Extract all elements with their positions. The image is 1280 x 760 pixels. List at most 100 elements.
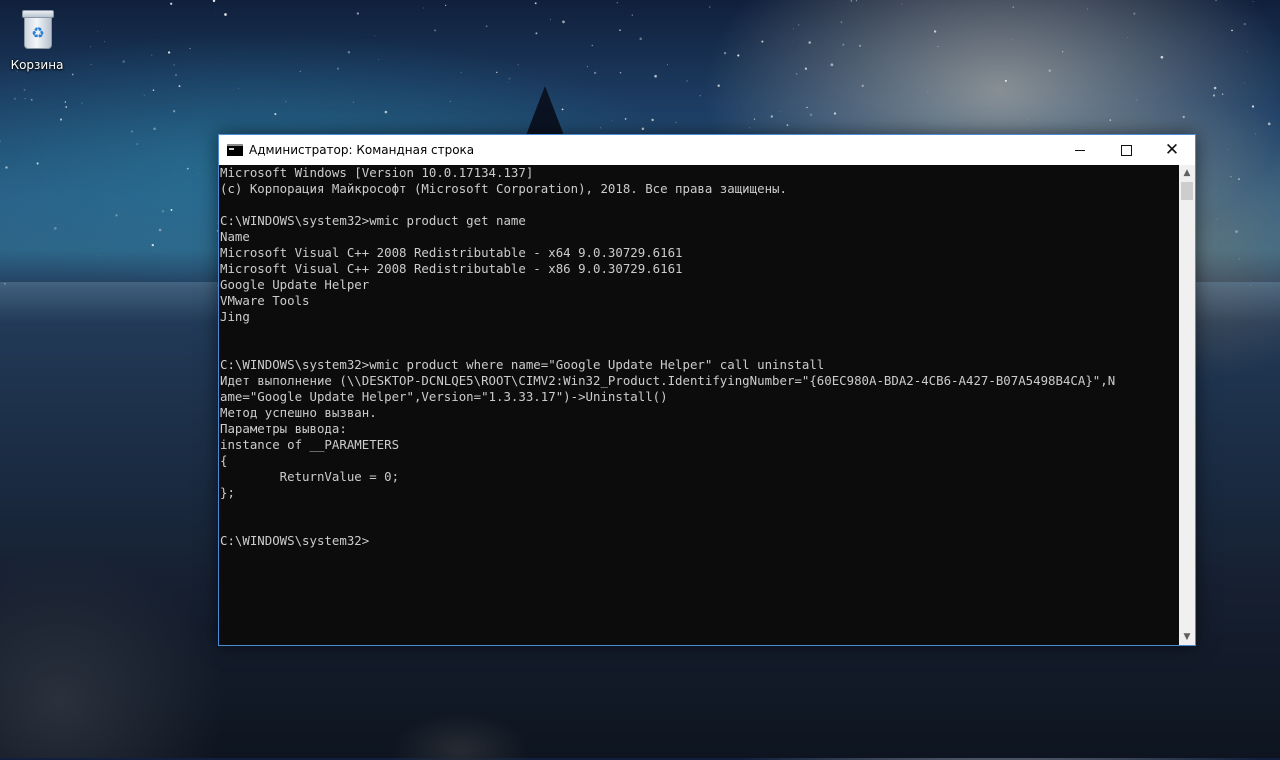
- star: [830, 63, 834, 67]
- star: [151, 243, 154, 247]
- star: [460, 72, 462, 74]
- star: [508, 82, 510, 83]
- rocks-bottom: [380, 690, 560, 760]
- title-bar[interactable]: Администратор: Командная строка ✕: [219, 135, 1195, 165]
- star: [151, 54, 153, 56]
- star: [517, 63, 520, 66]
- star: [198, 173, 200, 174]
- console-line: ReturnValue = 0;: [220, 469, 400, 484]
- rocks-left: [0, 480, 230, 758]
- console-line: C:\WINDOWS\system32>wmic product where n…: [220, 357, 825, 372]
- cmd-window[interactable]: Администратор: Командная строка ✕ Micros…: [218, 134, 1196, 646]
- star: [1238, 258, 1240, 260]
- star: [1231, 29, 1233, 32]
- star: [1215, 218, 1217, 220]
- console-line: Метод успешно вызван.: [220, 405, 377, 420]
- star: [833, 112, 837, 115]
- star: [170, 2, 173, 5]
- star: [901, 3, 903, 5]
- window-controls: ✕: [1057, 135, 1195, 165]
- star: [170, 208, 173, 211]
- star: [1027, 119, 1028, 120]
- star: [434, 29, 437, 32]
- star: [1238, 178, 1240, 180]
- vertical-scrollbar[interactable]: ▲ ▼: [1179, 165, 1195, 645]
- star: [508, 77, 511, 80]
- star: [212, 0, 216, 3]
- console-line: Name: [220, 229, 250, 244]
- star: [786, 124, 789, 126]
- scroll-up-arrow-icon[interactable]: ▲: [1179, 165, 1195, 181]
- console-line: Microsoft Windows [Version 10.0.17134.13…: [220, 165, 534, 180]
- star: [1087, 8, 1088, 10]
- star: [1011, 39, 1013, 41]
- star: [586, 66, 589, 68]
- star: [143, 94, 145, 96]
- star: [104, 41, 106, 43]
- star: [686, 80, 688, 82]
- star: [24, 98, 26, 100]
- star: [1136, 99, 1138, 101]
- star: [36, 162, 39, 165]
- console-line: instance of __PARAMETERS: [220, 437, 400, 452]
- star: [23, 88, 26, 91]
- star: [1213, 86, 1217, 90]
- star: [850, 0, 853, 2]
- star: [675, 121, 677, 123]
- close-button[interactable]: ✕: [1149, 135, 1195, 165]
- star: [89, 46, 91, 48]
- minimize-button[interactable]: [1057, 135, 1103, 165]
- star: [792, 40, 794, 42]
- star: [1133, 12, 1136, 15]
- star: [130, 130, 134, 133]
- star: [624, 118, 627, 120]
- star: [709, 6, 711, 8]
- star: [136, 143, 138, 145]
- star: [619, 71, 622, 74]
- console-output[interactable]: Microsoft Windows [Version 10.0.17134.13…: [219, 165, 1179, 645]
- star: [593, 71, 597, 75]
- star: [122, 60, 125, 63]
- star: [804, 67, 808, 70]
- star: [1267, 122, 1271, 126]
- cmd-icon[interactable]: [227, 144, 243, 156]
- star: [808, 41, 811, 44]
- star: [651, 118, 654, 122]
- star: [1227, 148, 1229, 150]
- console-line: Microsoft Visual C++ 2008 Redistributabl…: [220, 245, 683, 260]
- star: [1243, 22, 1247, 26]
- console-line: Параметры вывода:: [220, 421, 347, 436]
- star: [1212, 94, 1216, 97]
- star: [384, 110, 388, 114]
- star: [299, 70, 302, 73]
- maximize-icon: [1120, 144, 1132, 156]
- star: [1127, 37, 1128, 38]
- star: [1255, 133, 1257, 135]
- star: [1252, 1, 1254, 2]
- star: [937, 46, 939, 47]
- star: [1244, 82, 1246, 84]
- star: [5, 166, 8, 169]
- star: [238, 87, 239, 89]
- maximize-button[interactable]: [1103, 135, 1149, 165]
- console-line: ame="Google Update Helper",Version="1.3.…: [220, 389, 668, 404]
- console-line: };: [220, 485, 235, 500]
- star: [667, 64, 668, 66]
- star: [749, 127, 751, 129]
- star: [737, 54, 740, 57]
- desktop-icon-recycle-bin[interactable]: ♻ Корзина: [8, 6, 66, 76]
- star: [152, 89, 155, 91]
- star: [761, 40, 764, 43]
- star: [422, 7, 424, 9]
- star: [1251, 105, 1255, 108]
- star: [717, 84, 720, 87]
- star: [174, 73, 178, 76]
- star: [98, 255, 100, 256]
- scroll-down-arrow-icon[interactable]: ▼: [1179, 629, 1195, 645]
- scroll-thumb[interactable]: [1181, 182, 1193, 200]
- star: [161, 210, 165, 213]
- star: [1048, 69, 1052, 72]
- star: [1012, 6, 1015, 8]
